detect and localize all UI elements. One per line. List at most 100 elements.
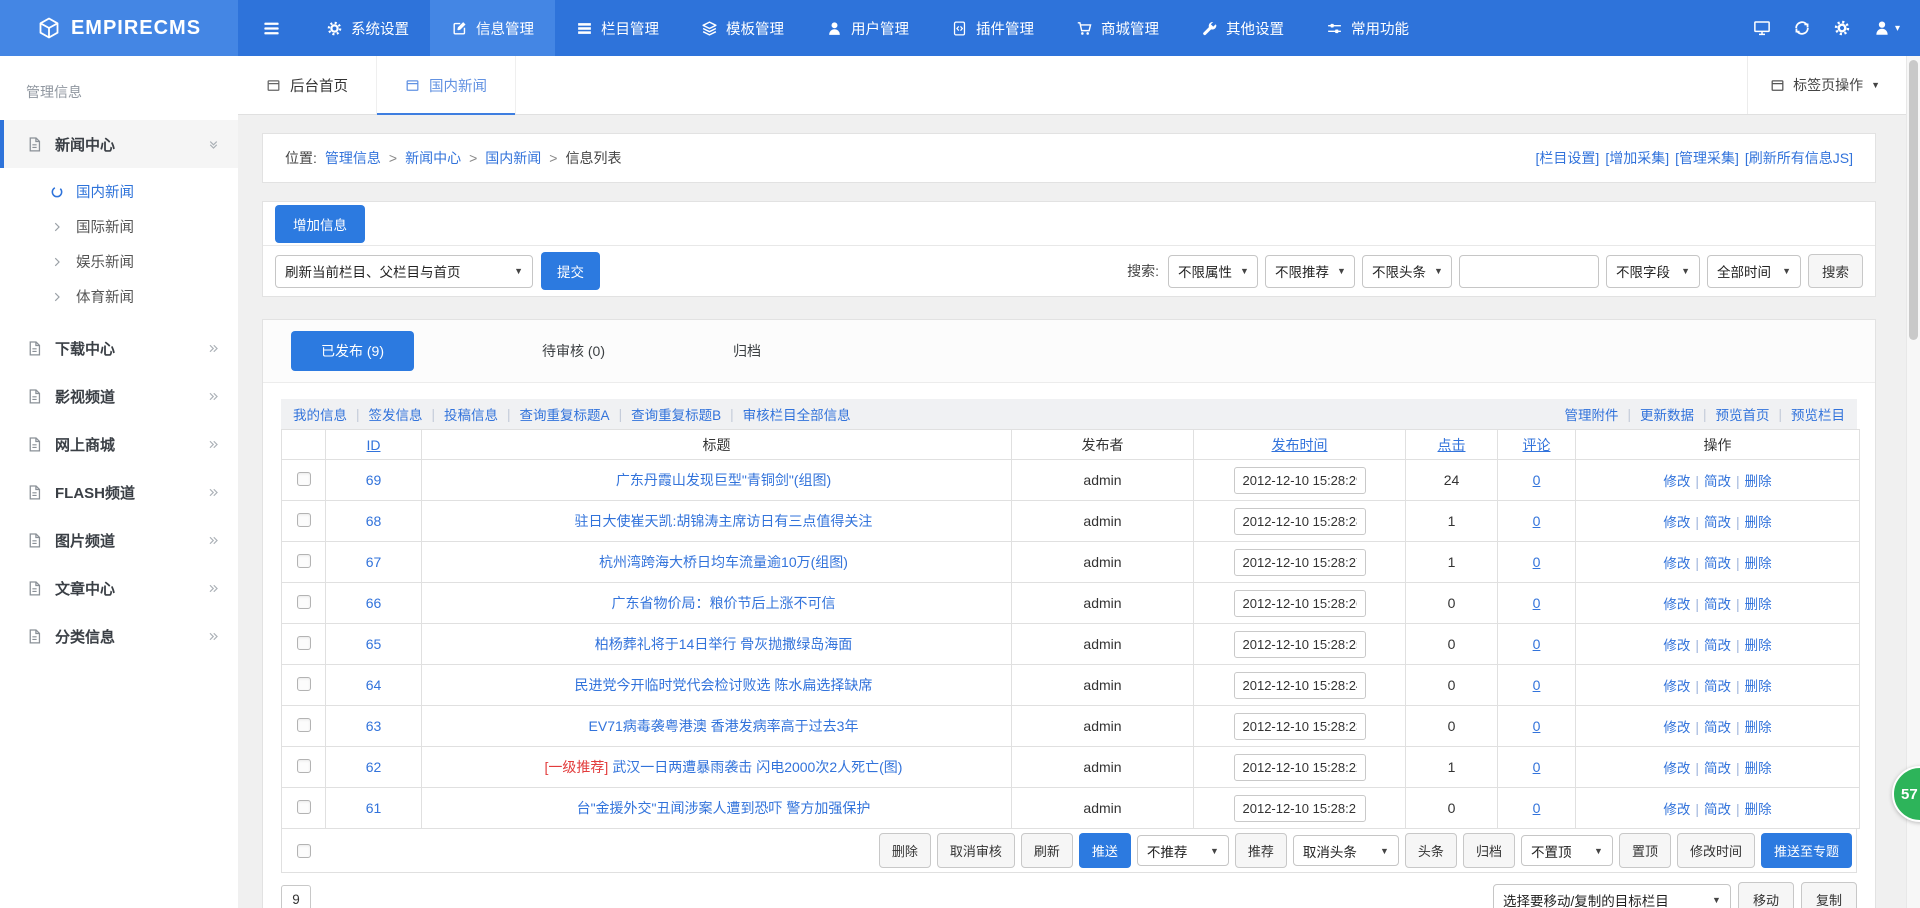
breadcrumb-action-[栏目设置][interactable]: [栏目设置] bbox=[1536, 148, 1600, 168]
add-info-button[interactable]: 增加信息 bbox=[275, 205, 365, 243]
refresh-icon[interactable] bbox=[1793, 19, 1811, 37]
row-action-简改[interactable]: 简改 bbox=[1704, 761, 1731, 776]
info-title-link[interactable]: EV71病毒袭粤港澳 香港发病率高于过去3年 bbox=[589, 718, 859, 734]
info-title-link[interactable]: 台"金援外交"丑闻涉案人遭到恐吓 警方加强保护 bbox=[577, 800, 871, 816]
search-attr-select-0[interactable]: 不限属性▼ bbox=[1168, 255, 1258, 288]
sort-link-ID[interactable]: ID bbox=[367, 437, 381, 453]
row-action-删除[interactable]: 删除 bbox=[1745, 597, 1772, 612]
search-field-select-0[interactable]: 不限字段▼ bbox=[1606, 255, 1700, 288]
search-field-select-1[interactable]: 全部时间▼ bbox=[1707, 255, 1801, 288]
info-title-link[interactable]: 民进党今开临时党代会检讨败选 陈水扁选择缺席 bbox=[575, 677, 873, 693]
row-checkbox[interactable] bbox=[297, 472, 311, 486]
row-action-删除[interactable]: 删除 bbox=[1745, 761, 1772, 776]
page-number-button[interactable]: 9 bbox=[281, 885, 311, 908]
select-all-checkbox[interactable] bbox=[297, 844, 311, 858]
row-action-修改[interactable]: 修改 bbox=[1663, 638, 1690, 653]
row-action-删除[interactable]: 删除 bbox=[1745, 720, 1772, 735]
row-action-删除[interactable]: 删除 bbox=[1745, 515, 1772, 530]
row-checkbox[interactable] bbox=[297, 800, 311, 814]
sidebar-item-下载中心[interactable]: 下载中心 bbox=[0, 324, 238, 372]
nav-item-商城管理[interactable]: 商城管理 bbox=[1055, 0, 1180, 56]
comments-count-link[interactable]: 0 bbox=[1533, 472, 1541, 488]
row-action-简改[interactable]: 简改 bbox=[1704, 638, 1731, 653]
row-action-修改[interactable]: 修改 bbox=[1663, 515, 1690, 530]
row-checkbox[interactable] bbox=[297, 718, 311, 732]
batch-button-置顶[interactable]: 置顶 bbox=[1619, 833, 1671, 868]
nav-item-其他设置[interactable]: 其他设置 bbox=[1180, 0, 1305, 56]
nav-item-信息管理[interactable]: 信息管理 bbox=[430, 0, 555, 56]
quick-link-投稿信息[interactable]: 投稿信息 bbox=[444, 404, 498, 424]
batch-select-不推荐[interactable]: 不推荐▼ bbox=[1137, 835, 1229, 866]
search-attr-select-1[interactable]: 不限推荐▼ bbox=[1265, 255, 1355, 288]
comments-count-link[interactable]: 0 bbox=[1533, 677, 1541, 693]
breadcrumb-link-管理信息[interactable]: 管理信息 bbox=[325, 148, 381, 168]
breadcrumb-action-[管理采集][interactable]: [管理采集] bbox=[1675, 148, 1739, 168]
batch-button-推荐[interactable]: 推荐 bbox=[1235, 833, 1287, 868]
row-action-删除[interactable]: 删除 bbox=[1745, 679, 1772, 694]
breadcrumb-action-[刷新所有信息JS][interactable]: [刷新所有信息JS] bbox=[1745, 148, 1853, 168]
info-title-link[interactable]: 杭州湾跨海大桥日均车流量逾10万(组图) bbox=[599, 554, 848, 570]
user-menu-button[interactable]: ▾ bbox=[1873, 19, 1900, 37]
status-tab-已发布 (9)[interactable]: 已发布 (9) bbox=[291, 331, 414, 371]
row-action-修改[interactable]: 修改 bbox=[1663, 802, 1690, 817]
nav-item-用户管理[interactable]: 用户管理 bbox=[805, 0, 930, 56]
info-title-link[interactable]: 广东省物价局：粮价节后上涨不可信 bbox=[612, 595, 836, 611]
nav-item-栏目管理[interactable]: 栏目管理 bbox=[555, 0, 680, 56]
row-checkbox[interactable] bbox=[297, 759, 311, 773]
info-id-link[interactable]: 68 bbox=[366, 513, 382, 529]
info-id-link[interactable]: 63 bbox=[366, 718, 382, 734]
page-tab-国内新闻[interactable]: 国内新闻 bbox=[377, 56, 516, 114]
sort-link-评论[interactable]: 评论 bbox=[1523, 437, 1551, 453]
scrollbar-thumb[interactable] bbox=[1909, 60, 1918, 340]
comments-count-link[interactable]: 0 bbox=[1533, 595, 1541, 611]
row-action-简改[interactable]: 简改 bbox=[1704, 679, 1731, 694]
sidebar-item-新闻中心[interactable]: 新闻中心 bbox=[0, 120, 238, 168]
row-action-简改[interactable]: 简改 bbox=[1704, 802, 1731, 817]
breadcrumb-link-国内新闻[interactable]: 国内新闻 bbox=[485, 148, 541, 168]
row-action-简改[interactable]: 简改 bbox=[1704, 556, 1731, 571]
row-checkbox[interactable] bbox=[297, 554, 311, 568]
breadcrumb-action-[增加采集][interactable]: [增加采集] bbox=[1605, 148, 1669, 168]
sidebar-item-分类信息[interactable]: 分类信息 bbox=[0, 612, 238, 660]
sidebar-subitem-国内新闻[interactable]: 国内新闻 bbox=[0, 174, 238, 209]
info-id-link[interactable]: 62 bbox=[366, 759, 382, 775]
sidebar-subitem-国际新闻[interactable]: 国际新闻 bbox=[0, 209, 238, 244]
comments-count-link[interactable]: 0 bbox=[1533, 554, 1541, 570]
publish-time-input[interactable] bbox=[1234, 467, 1366, 494]
comments-count-link[interactable]: 0 bbox=[1533, 800, 1541, 816]
sidebar-subitem-体育新闻[interactable]: 体育新闻 bbox=[0, 279, 238, 314]
quick-link-预览首页[interactable]: 预览首页 bbox=[1715, 404, 1769, 424]
row-checkbox[interactable] bbox=[297, 677, 311, 691]
batch-button-头条[interactable]: 头条 bbox=[1405, 833, 1457, 868]
row-action-简改[interactable]: 简改 bbox=[1704, 720, 1731, 735]
row-checkbox[interactable] bbox=[297, 636, 311, 650]
nav-item-插件管理[interactable]: 插件管理 bbox=[930, 0, 1055, 56]
batch-button-取消审核[interactable]: 取消审核 bbox=[937, 833, 1015, 868]
monitor-icon[interactable] bbox=[1753, 19, 1771, 37]
search-attr-select-2[interactable]: 不限头条▼ bbox=[1362, 255, 1452, 288]
page-tab-后台首页[interactable]: 后台首页 bbox=[238, 56, 377, 114]
row-action-简改[interactable]: 简改 bbox=[1704, 474, 1731, 489]
publish-time-input[interactable] bbox=[1234, 549, 1366, 576]
row-action-修改[interactable]: 修改 bbox=[1663, 761, 1690, 776]
quick-link-签发信息[interactable]: 签发信息 bbox=[369, 404, 423, 424]
publish-time-input[interactable] bbox=[1234, 590, 1366, 617]
info-id-link[interactable]: 69 bbox=[366, 472, 382, 488]
row-action-修改[interactable]: 修改 bbox=[1663, 556, 1690, 571]
copy-button[interactable]: 复制 bbox=[1801, 882, 1857, 908]
quick-link-审核栏目全部信息[interactable]: 审核栏目全部信息 bbox=[743, 404, 851, 424]
batch-select-不置顶[interactable]: 不置顶▼ bbox=[1521, 835, 1613, 866]
info-id-link[interactable]: 65 bbox=[366, 636, 382, 652]
nav-item-系统设置[interactable]: 系统设置 bbox=[305, 0, 430, 56]
status-tab-归档[interactable]: 归档 bbox=[733, 341, 761, 361]
sidebar-toggle-button[interactable] bbox=[238, 0, 305, 56]
row-action-修改[interactable]: 修改 bbox=[1663, 720, 1690, 735]
info-title-link[interactable]: 广东丹霞山发现巨型"青铜剑"(组图) bbox=[616, 472, 831, 488]
row-action-修改[interactable]: 修改 bbox=[1663, 474, 1690, 489]
quick-link-我的信息[interactable]: 我的信息 bbox=[293, 404, 347, 424]
quick-link-查询重复标题B[interactable]: 查询重复标题B bbox=[631, 404, 721, 424]
publish-time-input[interactable] bbox=[1234, 795, 1366, 822]
batch-select-取消头条[interactable]: 取消头条▼ bbox=[1293, 835, 1399, 866]
batch-button-归档[interactable]: 归档 bbox=[1463, 833, 1515, 868]
quick-link-更新数据[interactable]: 更新数据 bbox=[1640, 404, 1694, 424]
